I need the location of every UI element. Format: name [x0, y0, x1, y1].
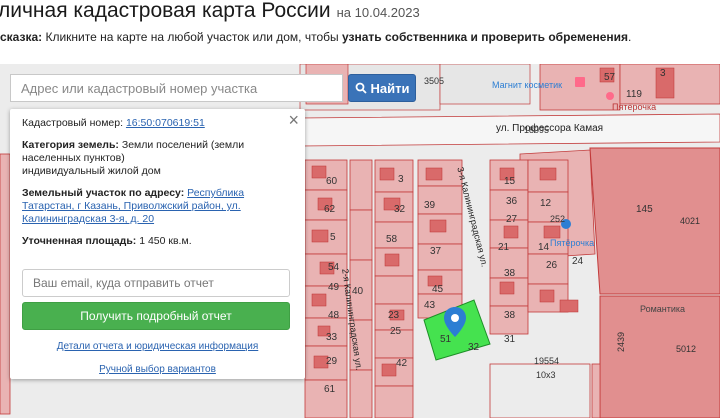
- close-icon[interactable]: ×: [288, 111, 299, 129]
- address-label: Земельный участок по адресу:: [22, 187, 185, 199]
- get-report-button[interactable]: Получить подробный отчет: [22, 302, 290, 330]
- map-label: 54: [328, 262, 340, 273]
- map-label: 26: [546, 260, 558, 271]
- map-label: 23: [388, 310, 400, 321]
- map-label: 36: [506, 196, 518, 207]
- map-label: 25: [390, 326, 402, 337]
- map-label: 15: [504, 176, 516, 187]
- map-label: 58: [386, 234, 398, 245]
- map-label: 3: [660, 68, 666, 79]
- map-label: 119: [626, 89, 642, 100]
- map-label: 32: [468, 342, 480, 353]
- map-label: 60: [326, 176, 338, 187]
- manual-choice-link[interactable]: Ручной выбор вариантов: [22, 363, 293, 376]
- search-box[interactable]: [10, 74, 343, 102]
- hint-bold: узнать собственника и проверить обремене…: [341, 30, 629, 44]
- page-title-bar: личная кадастровая карта России на 10.04.…: [0, 0, 720, 26]
- map-label: 21: [498, 242, 510, 253]
- map-label: 32: [394, 204, 406, 215]
- land-category-row: Категория земель: Земли поселений (земли…: [22, 139, 293, 178]
- map-label: 12: [540, 198, 552, 209]
- hint-text: Кликните на карте на любой участок или д…: [45, 30, 339, 44]
- poi-magnit: Магнит косметик: [492, 80, 563, 90]
- land-category-label: Категория земель:: [22, 139, 119, 151]
- cadastral-number-link[interactable]: 16:50:070619:51: [126, 117, 205, 129]
- map-label: 14: [538, 242, 550, 253]
- map-label: 51: [440, 334, 452, 345]
- magnifier-icon: [355, 82, 367, 94]
- map-label: 62: [324, 204, 336, 215]
- map-label: 10х3: [536, 370, 556, 380]
- poi-pyat2: Пятёрочка: [550, 238, 595, 248]
- map-label: 40: [352, 286, 364, 297]
- map-label: 252: [550, 214, 566, 224]
- map-label: 38: [504, 310, 516, 321]
- page-date: на 10.04.2023: [336, 5, 420, 20]
- map-label: 42: [396, 358, 408, 369]
- map-label: 2439: [616, 331, 626, 352]
- map-label: 24: [572, 256, 584, 267]
- map-label: 19554: [534, 356, 560, 366]
- cadastral-number-label: Кадастровый номер:: [22, 117, 124, 129]
- map-label: 39: [424, 200, 436, 211]
- search-input[interactable]: [11, 75, 342, 101]
- hint-prefix: сказка:: [0, 30, 43, 44]
- map-label: 18095: [524, 125, 550, 135]
- street-kamaya: ул. Профессора Камая: [496, 123, 604, 134]
- area-label: Уточненная площадь:: [22, 235, 137, 247]
- search-button-label: Найти: [370, 80, 410, 96]
- hint-bar: сказка: Кликните на карте на любой участ…: [0, 30, 720, 50]
- poi-romantika: Романтика: [640, 304, 686, 314]
- map-label: 49: [328, 282, 340, 293]
- map-label: 43: [424, 300, 436, 311]
- page-title: личная кадастровая карта России на 10.04.…: [0, 0, 420, 22]
- map-label: 37: [430, 246, 442, 257]
- email-field[interactable]: [22, 269, 290, 297]
- map-label: 38: [504, 268, 516, 279]
- parcel-info-panel: × Кадастровый номер: 16:50:070619:51 Кат…: [10, 109, 305, 379]
- map-label: 5: [330, 232, 336, 243]
- map-label: 33: [326, 332, 338, 343]
- map-label: 45: [432, 284, 444, 295]
- map-label: 29: [326, 356, 338, 367]
- map-label: 5012: [676, 344, 697, 354]
- area-row: Уточненная площадь: 1 450 кв.м.: [22, 235, 293, 248]
- details-link[interactable]: Детали отчета и юридическая информация: [22, 340, 293, 353]
- area-value: 1 450 кв.м.: [139, 235, 192, 247]
- map-label: 27: [506, 214, 518, 225]
- map-label: 145: [636, 204, 653, 215]
- map-label: 31: [504, 334, 516, 345]
- cadastral-number-row: Кадастровый номер: 16:50:070619:51: [22, 117, 293, 130]
- land-use-value: индивидуальный жилой дом: [22, 165, 161, 177]
- map-label: 48: [328, 310, 340, 321]
- map-label: 4021: [680, 216, 701, 226]
- hint-suffix: .: [628, 30, 632, 44]
- search-button[interactable]: Найти: [348, 74, 416, 102]
- address-row: Земельный участок по адресу: Республика …: [22, 187, 293, 226]
- map-label: 61: [324, 384, 336, 395]
- poi-pyat1: Пятёрочка: [612, 102, 657, 112]
- map-label: 3: [398, 174, 404, 185]
- map-label: 57: [604, 72, 616, 83]
- map-label: 3505: [424, 76, 445, 86]
